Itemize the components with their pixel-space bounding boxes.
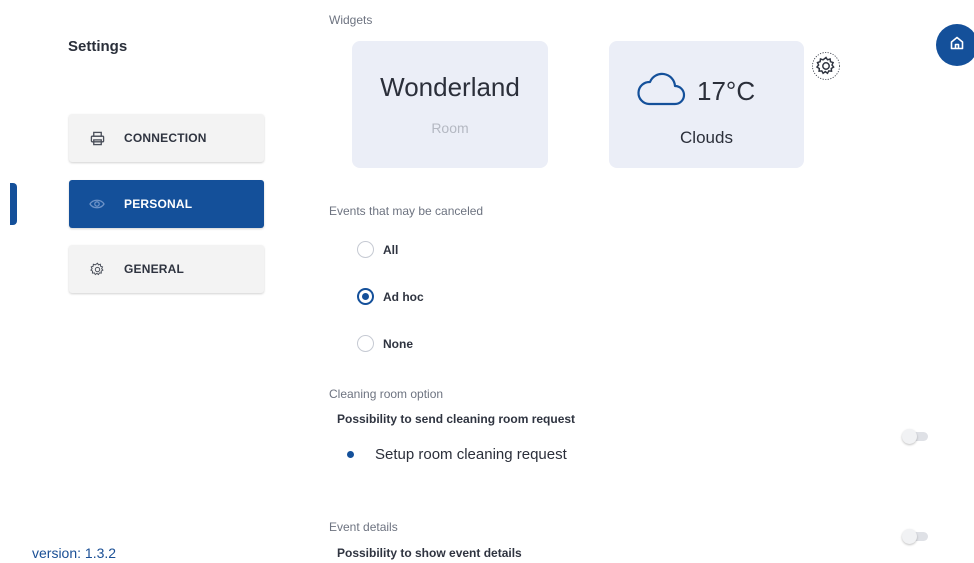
event-details-toggle[interactable] (902, 529, 930, 544)
radio-all-circle[interactable] (357, 241, 374, 258)
eye-icon (89, 196, 105, 212)
nav-connection-button[interactable]: CONNECTION (69, 114, 264, 162)
nav-personal-label: PERSONAL (124, 197, 193, 211)
nav-general-button[interactable]: GENERAL (69, 245, 264, 293)
cleaning-request-label: Setup room cleaning request (375, 446, 567, 463)
radio-option-ad-hoc[interactable]: Ad hoc (357, 288, 424, 305)
version-label: version: 1.3.2 (32, 545, 117, 561)
toggle-knob (902, 529, 917, 544)
cleaning-description: Possibility to send cleaning room reques… (337, 412, 576, 426)
gear-icon (89, 261, 105, 277)
settings-title: Settings (68, 38, 128, 55)
home-button[interactable] (936, 24, 974, 66)
nav-personal-button[interactable]: PERSONAL (69, 180, 264, 228)
active-nav-indicator (10, 183, 17, 225)
radio-ad-hoc-label: Ad hoc (383, 289, 424, 304)
events-cancel-label: Events that may be canceled (329, 204, 484, 218)
weather-temperature: 17°C (697, 76, 756, 106)
printer-icon (89, 130, 105, 146)
room-widget-card[interactable]: Wonderland Room (352, 41, 548, 168)
cloud-icon (635, 71, 687, 112)
radio-all-label: All (383, 242, 399, 257)
toggle-knob (902, 429, 917, 444)
widget-settings-gear-icon[interactable] (811, 51, 841, 81)
widgets-section-label: Widgets (329, 13, 373, 27)
nav-connection-label: CONNECTION (124, 131, 207, 145)
radio-option-all[interactable]: All (357, 241, 398, 258)
weather-description: Clouds (680, 128, 733, 147)
nav-general-label: GENERAL (124, 262, 185, 276)
event-details-description: Possibility to show event details (337, 546, 522, 560)
cleaning-section-label: Cleaning room option (329, 387, 444, 401)
event-details-section-label: Event details (329, 520, 398, 534)
room-name: Wonderland (380, 72, 520, 102)
home-icon (949, 35, 965, 56)
weather-widget-card[interactable]: 17°C Clouds (609, 41, 804, 168)
cleaning-request-toggle[interactable] (902, 429, 930, 444)
room-subtitle: Room (431, 120, 469, 136)
bullet-dot (347, 451, 354, 458)
radio-none-circle[interactable] (357, 335, 374, 352)
radio-ad-hoc-circle[interactable] (357, 288, 374, 305)
radio-none-label: None (383, 336, 413, 351)
radio-option-none[interactable]: None (357, 335, 413, 352)
